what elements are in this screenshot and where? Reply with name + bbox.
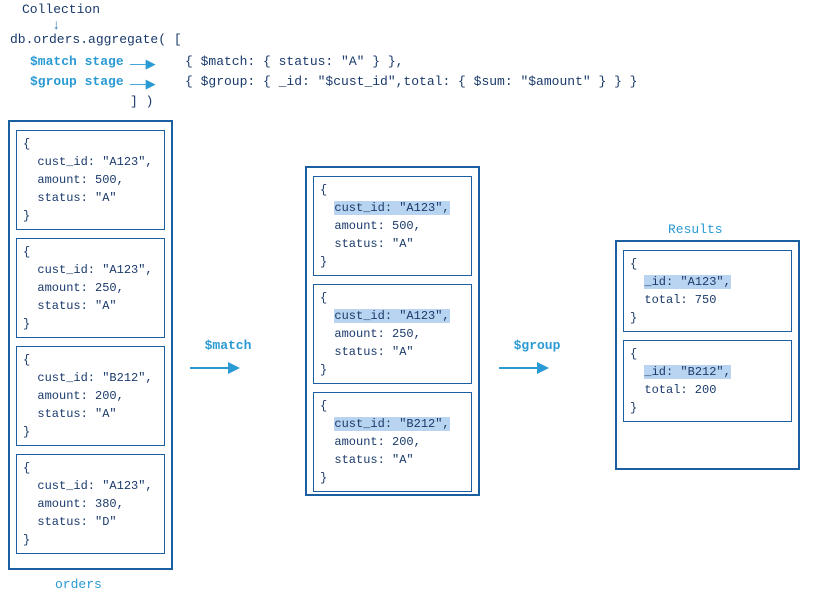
rdoc2-open: { <box>630 345 785 363</box>
mdoc3-close: } <box>320 469 465 487</box>
match-arrow-text: $match <box>205 338 252 353</box>
group-arrow-container: $group <box>497 338 577 379</box>
doc2-line2: amount: 250, <box>23 279 158 297</box>
results-label: Results <box>668 222 723 237</box>
group-arrow-text: $group <box>514 338 561 353</box>
collection-label: Collection <box>22 2 100 17</box>
doc1-open: { <box>23 135 158 153</box>
match-doc-2: { cust_id: "A123", amount: 250, status: … <box>313 284 472 384</box>
highlight-cust-id-2: cust_id: "A123", <box>334 309 449 323</box>
mdoc3-line3: status: "A" <box>320 451 465 469</box>
group-stage-arrow-icon: ——▶ <box>130 77 156 92</box>
highlight-id-1: _id: "A123", <box>644 275 730 289</box>
doc3-line3: status: "A" <box>23 405 158 423</box>
doc2-line3: status: "A" <box>23 297 158 315</box>
doc3-line2: amount: 200, <box>23 387 158 405</box>
match-stage-label: $match stage <box>30 54 124 69</box>
mdoc2-open: { <box>320 289 465 307</box>
doc4-line1: cust_id: "A123", <box>23 477 158 495</box>
results-box: { _id: "A123", total: 750 } { _id: "B212… <box>615 240 800 470</box>
doc2-close: } <box>23 315 158 333</box>
group-arrow-icon <box>497 357 577 379</box>
mdoc1-line2: amount: 500, <box>320 217 465 235</box>
rdoc2-close: } <box>630 399 785 417</box>
result-doc-2: { _id: "B212", total: 200 } <box>623 340 792 422</box>
doc1-line3: status: "A" <box>23 189 158 207</box>
match-arrow-icon <box>188 357 268 379</box>
highlight-cust-id-3: cust_id: "B212", <box>334 417 449 431</box>
collection-doc-4: { cust_id: "A123", amount: 380, status: … <box>16 454 165 554</box>
collection-doc-2: { cust_id: "A123", amount: 250, status: … <box>16 238 165 338</box>
rdoc2-line2: total: 200 <box>630 381 785 399</box>
rdoc1-open: { <box>630 255 785 273</box>
match-stage-code: { $match: { status: "A" } }, <box>185 54 403 69</box>
mdoc1-open: { <box>320 181 465 199</box>
highlight-id-2: _id: "B212", <box>644 365 730 379</box>
mdoc1-line1: cust_id: "A123", <box>320 199 465 217</box>
mdoc3-open: { <box>320 397 465 415</box>
doc2-open: { <box>23 243 158 261</box>
match-doc-3: { cust_id: "B212", amount: 200, status: … <box>313 392 472 492</box>
mdoc2-line2: amount: 250, <box>320 325 465 343</box>
mdoc3-line1: cust_id: "B212", <box>320 415 465 433</box>
doc2-line1: cust_id: "A123", <box>23 261 158 279</box>
doc1-line1: cust_id: "A123", <box>23 153 158 171</box>
result-doc-1: { _id: "A123", total: 750 } <box>623 250 792 332</box>
group-stage-code: { $group: { _id: "$cust_id",total: { $su… <box>185 74 637 89</box>
doc1-close: } <box>23 207 158 225</box>
mdoc1-close: } <box>320 253 465 271</box>
collection-doc-3: { cust_id: "B212", amount: 200, status: … <box>16 346 165 446</box>
mdoc2-close: } <box>320 361 465 379</box>
doc4-line3: status: "D" <box>23 513 158 531</box>
rdoc1-close: } <box>630 309 785 327</box>
doc4-open: { <box>23 459 158 477</box>
closing-bracket: ] ) <box>130 94 153 109</box>
doc3-open: { <box>23 351 158 369</box>
match-stage-arrow-icon: ——▶ <box>130 57 156 72</box>
doc4-close: } <box>23 531 158 549</box>
doc1-line2: amount: 500, <box>23 171 158 189</box>
doc3-line1: cust_id: "B212", <box>23 369 158 387</box>
match-box: { cust_id: "A123", amount: 500, status: … <box>305 166 480 496</box>
rdoc1-line2: total: 750 <box>630 291 785 309</box>
mdoc3-line2: amount: 200, <box>320 433 465 451</box>
aggregate-line: db.orders.aggregate( [ <box>10 32 182 47</box>
highlight-cust-id-1: cust_id: "A123", <box>334 201 449 215</box>
mdoc2-line3: status: "A" <box>320 343 465 361</box>
doc3-close: } <box>23 423 158 441</box>
rdoc1-line1: _id: "A123", <box>630 273 785 291</box>
doc4-line2: amount: 380, <box>23 495 158 513</box>
rdoc2-line1: _id: "B212", <box>630 363 785 381</box>
mdoc1-line3: status: "A" <box>320 235 465 253</box>
collection-box: { cust_id: "A123", amount: 500, status: … <box>8 120 173 570</box>
match-arrow-container: $match <box>188 338 268 379</box>
match-doc-1: { cust_id: "A123", amount: 500, status: … <box>313 176 472 276</box>
mdoc2-line1: cust_id: "A123", <box>320 307 465 325</box>
collection-doc-1: { cust_id: "A123", amount: 500, status: … <box>16 130 165 230</box>
group-stage-label: $group stage <box>30 74 124 89</box>
